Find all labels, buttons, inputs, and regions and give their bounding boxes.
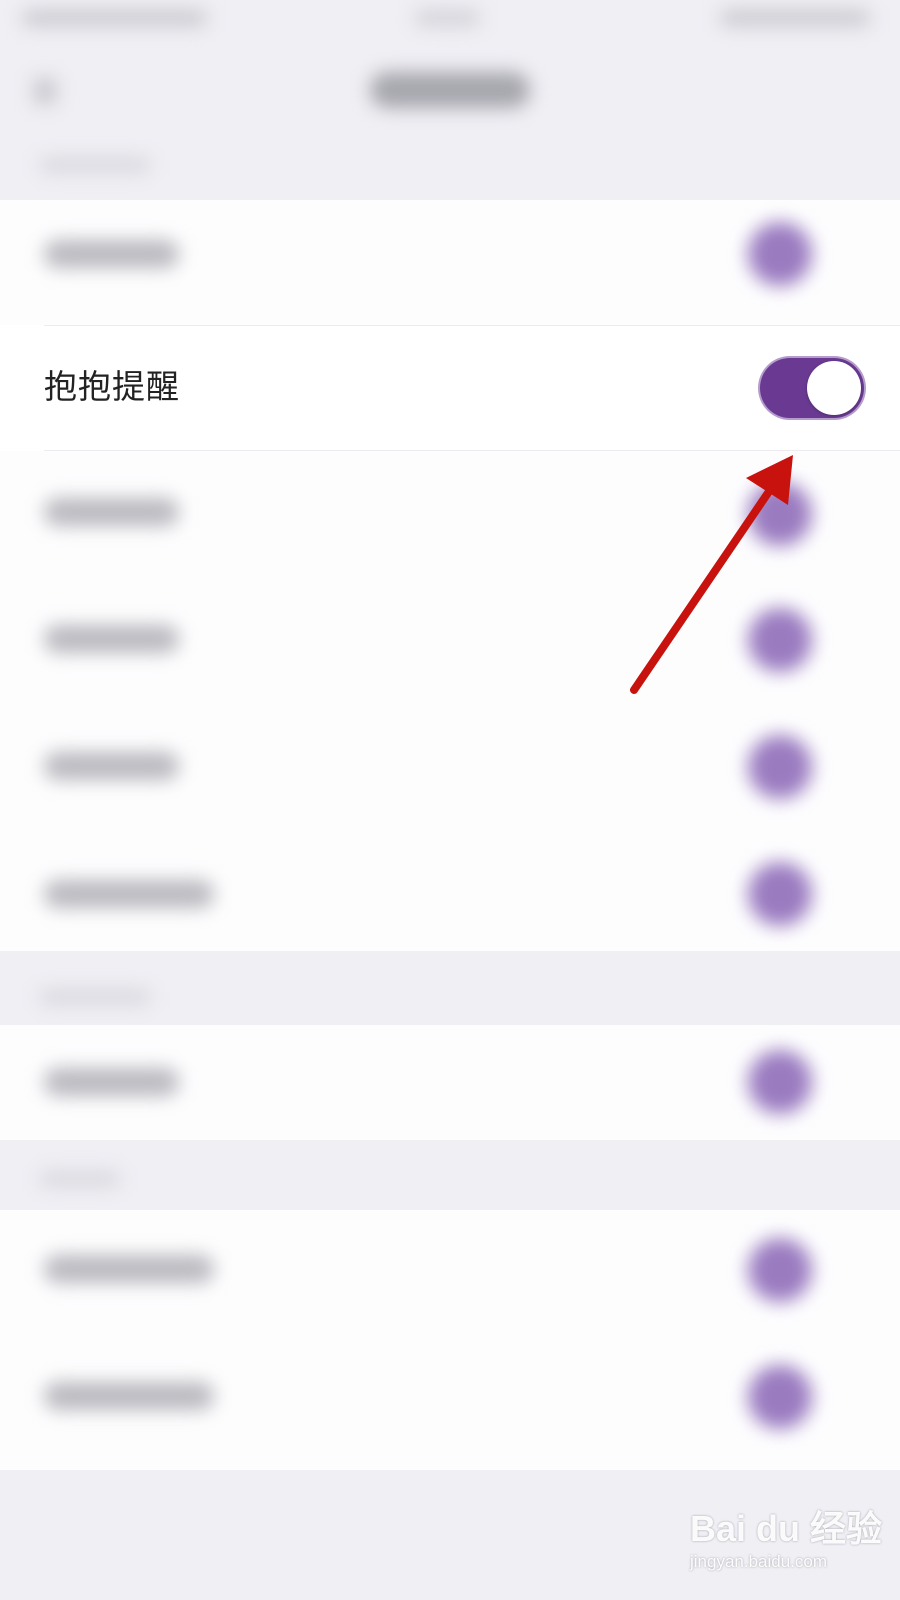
page-title xyxy=(370,72,530,108)
hug-reminder-toggle[interactable] xyxy=(760,358,864,418)
hug-reminder-label: 抱抱提醒 xyxy=(44,367,180,406)
toggle-switch[interactable] xyxy=(748,1238,812,1302)
toggle-switch[interactable] xyxy=(748,482,812,546)
divider xyxy=(44,325,900,326)
watermark: Bai du 经验 jingyan.baidu.com xyxy=(690,1500,890,1590)
section-header xyxy=(40,1172,120,1186)
watermark-brand: Bai du 经验 xyxy=(690,1508,883,1549)
section-header xyxy=(40,158,150,172)
section-header xyxy=(40,990,150,1004)
toggle-switch[interactable] xyxy=(748,222,812,286)
setting-label xyxy=(44,240,179,268)
setting-label xyxy=(44,752,179,780)
status-bar-battery xyxy=(720,10,870,26)
status-bar-carrier xyxy=(22,10,207,26)
toggle-switch[interactable] xyxy=(748,1050,812,1114)
back-arrow-icon[interactable] xyxy=(34,78,56,104)
settings-row-hug-reminder[interactable]: 抱抱提醒 xyxy=(0,325,900,451)
setting-label xyxy=(44,1255,214,1283)
toggle-switch[interactable] xyxy=(748,735,812,799)
status-bar xyxy=(0,0,900,44)
setting-label xyxy=(44,498,179,526)
toggle-switch[interactable] xyxy=(748,1365,812,1429)
setting-label xyxy=(44,1382,214,1410)
setting-label xyxy=(44,625,179,653)
status-bar-time xyxy=(415,10,480,26)
toggle-knob xyxy=(807,361,861,415)
toggle-switch[interactable] xyxy=(748,608,812,672)
toggle-switch[interactable] xyxy=(748,862,812,926)
setting-label xyxy=(44,880,214,908)
setting-label xyxy=(44,1068,179,1096)
watermark-url: jingyan.baidu.com xyxy=(690,1552,828,1571)
